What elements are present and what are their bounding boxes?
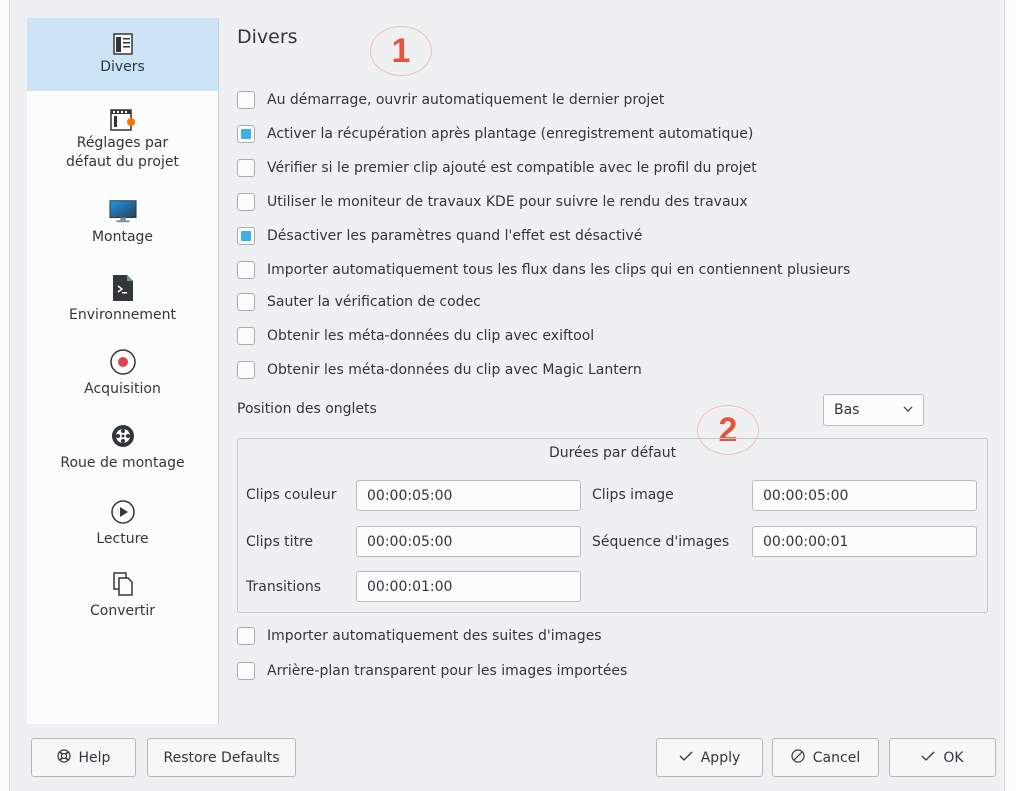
tab-position-label: Position des onglets (237, 401, 377, 417)
title-clips-duration-input[interactable] (356, 526, 581, 557)
cancel-icon (791, 748, 813, 767)
transitions-duration-input[interactable] (356, 571, 581, 602)
terminal-icon (109, 270, 137, 306)
page-title: Divers (237, 26, 298, 48)
image-sequence-duration-input[interactable] (752, 526, 977, 557)
checkbox-label: Vérifier si le premier clip ajouté est c… (267, 160, 757, 176)
checkbox-skip-codec-check[interactable]: Sauter la vérification de codec (237, 291, 481, 313)
checkbox-check-first-clip[interactable]: Vérifier si le premier clip ajouté est c… (237, 157, 757, 179)
restore-defaults-label: Restore Defaults (163, 749, 280, 766)
monitor-icon (108, 194, 137, 228)
default-durations-group: Durées par défaut Clips couleur Clips im… (237, 438, 988, 613)
checkbox-box[interactable] (237, 327, 255, 345)
group-title: Durées par défaut (548, 445, 677, 461)
title-clips-label: Clips titre (246, 534, 314, 550)
checkbox-box[interactable] (237, 293, 255, 311)
checkbox-import-all-streams[interactable]: Importer automatiquement tous les flux d… (237, 259, 850, 281)
tab-position-value: Bas (834, 402, 860, 418)
checkbox-transparent-background[interactable]: Arrière-plan transparent pour les images… (237, 660, 627, 682)
checkbox-label: Activer la récupération après plantage (… (267, 126, 754, 142)
checkbox-import-image-sequences[interactable]: Importer automatiquement des suites d'im… (237, 625, 602, 647)
checkbox-disable-params[interactable]: Désactiver les paramètres quand l'effet … (237, 225, 642, 247)
sidebar-item-lecture[interactable]: Lecture (27, 494, 218, 556)
tab-position-select[interactable]: Bas (823, 394, 924, 426)
sidebar-item-label: Lecture (96, 531, 149, 547)
checkbox-open-last-project[interactable]: Au démarrage, ouvrir automatiquement le … (237, 89, 664, 111)
check-icon (921, 750, 943, 766)
checkbox-box[interactable] (237, 627, 255, 645)
sidebar-item-roue-de-montage[interactable]: Roue de montage (27, 418, 218, 482)
checkbox-label: Obtenir les méta-données du clip avec Ma… (267, 362, 642, 378)
image-clips-label: Clips image (592, 487, 674, 503)
jog-wheel-icon (109, 418, 137, 454)
check-icon (679, 750, 701, 766)
settings-sidebar: Divers Réglages par défaut du projet Mon… (27, 18, 219, 724)
help-icon (56, 748, 79, 767)
settings-dialog: Divers Réglages par défaut du projet Mon… (0, 0, 1016, 791)
cancel-button[interactable]: Cancel (772, 738, 879, 777)
annotation-badge-1: 1 (370, 26, 432, 76)
apply-button-label: Apply (700, 749, 741, 766)
sidebar-item-divers[interactable]: Divers (27, 18, 218, 91)
apply-button[interactable]: Apply (656, 738, 763, 777)
color-clips-label: Clips couleur (246, 487, 337, 503)
ok-button[interactable]: OK (889, 738, 996, 777)
sidebar-item-convertir[interactable]: Convertir (27, 566, 218, 628)
checkbox-exiftool[interactable]: Obtenir les méta-données du clip avec ex… (237, 325, 594, 347)
sidebar-item-label: Environnement (69, 307, 176, 323)
checkbox-box[interactable] (237, 361, 255, 379)
transitions-label: Transitions (246, 579, 321, 595)
checkbox-crash-recovery[interactable]: Activer la récupération après plantage (… (237, 123, 753, 145)
chevron-down-icon (902, 403, 914, 419)
checkbox-label: Utiliser le moniteur de travaux KDE pour… (267, 194, 748, 210)
sidebar-item-environnement[interactable]: Environnement (27, 270, 218, 334)
checkbox-box[interactable] (237, 227, 255, 245)
checkbox-label: Obtenir les méta-données du clip avec ex… (267, 328, 595, 344)
checkbox-label: Désactiver les paramètres quand l'effet … (267, 228, 643, 244)
document-list-icon (109, 30, 137, 58)
play-icon (109, 494, 137, 530)
convert-icon (109, 566, 137, 602)
checkbox-box[interactable] (237, 125, 255, 143)
checkbox-kde-job-monitor[interactable]: Utiliser le moniteur de travaux KDE pour… (237, 191, 748, 213)
sidebar-item-montage[interactable]: Montage (27, 194, 218, 260)
checkbox-box[interactable] (237, 261, 255, 279)
color-clips-duration-input[interactable] (356, 480, 581, 511)
background-window-right-edge (1004, 0, 1016, 791)
sidebar-item-label: Acquisition (84, 381, 161, 397)
checkbox-label: Importer automatiquement des suites d'im… (267, 628, 602, 644)
checkbox-magic-lantern[interactable]: Obtenir les méta-données du clip avec Ma… (237, 359, 642, 381)
checkbox-box[interactable] (237, 91, 255, 109)
image-clips-duration-input[interactable] (752, 480, 977, 511)
sidebar-item-label: Réglages par défaut du projet (66, 135, 179, 170)
checkbox-box[interactable] (237, 662, 255, 680)
sidebar-item-label: Convertir (89, 603, 155, 619)
checkbox-label: Importer automatiquement tous les flux d… (267, 262, 851, 278)
help-button[interactable]: Help (31, 738, 136, 777)
background-window-left-edge (0, 0, 10, 791)
sidebar-item-label: Divers (100, 59, 145, 75)
restore-defaults-button[interactable]: Restore Defaults (147, 738, 296, 777)
checkbox-label: Arrière-plan transparent pour les images… (267, 663, 628, 679)
sidebar-item-acquisition[interactable]: Acquisition (27, 344, 218, 408)
cancel-button-label: Cancel (812, 749, 861, 766)
checkbox-label: Au démarrage, ouvrir automatiquement le … (267, 92, 665, 108)
image-sequence-label: Séquence d'images (592, 534, 730, 550)
record-icon (109, 344, 137, 380)
checkbox-box[interactable] (237, 159, 255, 177)
ok-button-label: OK (943, 749, 964, 766)
checkbox-label: Sauter la vérification de codec (267, 294, 481, 310)
sidebar-item-label: Roue de montage (60, 455, 185, 471)
checkbox-box[interactable] (237, 193, 255, 211)
sidebar-item-project-defaults[interactable]: Réglages par défaut du projet (27, 106, 218, 186)
sidebar-item-label: Montage (91, 229, 154, 245)
help-button-label: Help (78, 749, 111, 766)
film-settings-icon (109, 106, 137, 134)
